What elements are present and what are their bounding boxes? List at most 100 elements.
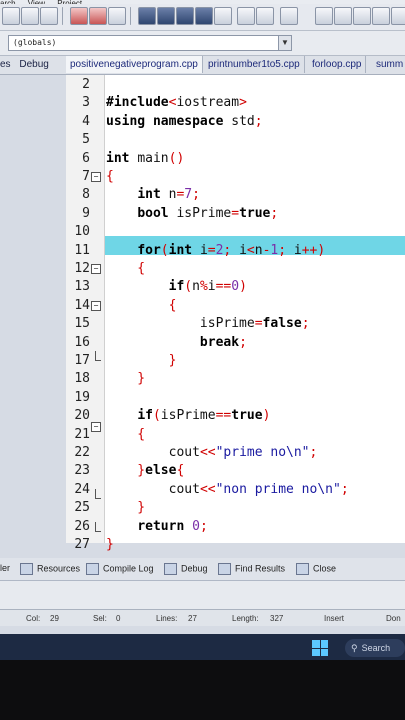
status-col-value: 29 [50,614,59,623]
code-line[interactable]: int n=7; [106,187,200,202]
line-number: 23 [74,463,90,479]
compile-icon[interactable] [237,7,255,25]
code-line[interactable]: { [106,261,145,276]
bar-chart-icon [86,563,99,575]
check-icon [164,563,177,575]
line-number: 9 [82,205,90,221]
resources-icon [20,563,33,575]
status-extra: Don [386,614,401,623]
find-icon[interactable] [108,7,126,25]
code-line[interactable]: { [106,427,145,442]
fold-toggle-icon[interactable]: − [91,264,101,274]
fold-toggle-icon[interactable]: − [91,422,101,432]
bottom-panel [0,580,405,609]
line-number: 8 [82,187,90,203]
line-number: 19 [74,389,90,405]
status-sel-label: Sel: [93,614,107,623]
goto-line-icon[interactable] [214,7,232,25]
code-line[interactable]: using namespace std; [106,114,263,129]
tab-debug[interactable]: Debug [19,59,48,70]
undo-icon[interactable] [70,7,88,25]
tab-find-results[interactable]: Find Results [218,563,285,575]
line-number: 24 [74,481,90,497]
tab-classes[interactable]: es [0,59,11,70]
line-number: 20 [74,408,90,424]
status-lines-value: 27 [188,614,197,623]
indent-icon[interactable] [138,7,156,25]
code-line[interactable]: cout<<"prime no\n"; [106,445,318,460]
fold-toggle-icon[interactable]: − [91,301,101,311]
line-number: 4 [82,113,90,129]
profile-icon[interactable] [372,7,390,25]
close-panel-label: Close [313,563,337,574]
ide-window: arch View Project (globals) ▼ es Debug [0,0,405,660]
taskbar: ⚲ Search [0,634,405,660]
code-line[interactable]: } [106,500,145,515]
close-panel-button[interactable]: Close [296,563,336,575]
code-line[interactable]: isPrime=false; [106,316,310,331]
tab-compiler[interactable]: ler [0,563,10,573]
fold-toggle-icon[interactable]: − [91,172,101,182]
tab-find-results-label: Find Results [235,563,286,574]
status-lines-label: Lines: [156,614,178,623]
line-number: 5 [82,132,90,148]
tab-printnumber1to5[interactable]: printnumber1to5.cpp [204,56,305,73]
line-number: 25 [74,500,90,516]
status-insert-mode: Insert [324,614,345,623]
save-icon[interactable] [40,7,58,25]
taskbar-search[interactable]: ⚲ Search [345,639,405,657]
scope-select[interactable]: (globals) [8,35,282,51]
line-number: 10 [74,224,90,240]
line-number: 13 [74,279,90,295]
code-line[interactable]: bool isPrime=true; [106,206,278,221]
code-line[interactable]: } [106,371,145,386]
close-project-icon[interactable] [391,7,405,25]
rebuild-icon[interactable] [334,7,352,25]
chevron-down-icon[interactable]: ▼ [278,35,292,51]
code-line[interactable]: { [106,169,114,184]
code-line[interactable]: return 0; [106,519,207,534]
compile-run-icon[interactable] [315,7,333,25]
line-number: 27 [74,537,90,552]
status-sel-value: 0 [116,614,121,623]
tab-summ[interactable]: summ [372,56,405,73]
taskbar-search-label: Search [361,643,391,653]
open-file-icon[interactable] [21,7,39,25]
code-line[interactable]: { [106,298,177,313]
tab-compile-log[interactable]: Compile Log [86,563,154,575]
code-line[interactable]: } [106,537,114,552]
code-line[interactable]: if(n%i==0) [106,279,247,294]
toolbar [0,4,405,31]
line-number: 18 [74,371,90,387]
tab-resources[interactable]: Resources [20,563,80,575]
tab-positivenegativeprogram[interactable]: positivenegativeprogram.cpp [66,56,203,73]
unindent-icon[interactable] [157,7,175,25]
toolbar-divider [62,7,63,25]
debug-icon[interactable] [353,7,371,25]
status-length-value: 327 [270,614,284,623]
toggle-comment-icon[interactable] [176,7,194,25]
code-line[interactable]: if(isPrime==true) [106,408,270,423]
redo-icon[interactable] [89,7,107,25]
code-editor[interactable]: 2 3 #include<iostream> 4 using namespace std… [66,75,405,552]
code-line[interactable]: } [106,353,177,368]
code-line[interactable]: break; [106,335,247,350]
new-file-icon[interactable] [2,7,20,25]
code-line[interactable]: }else{ [106,463,184,478]
code-line-current[interactable]: for(int i=2; i<n-1; i++) [106,243,325,258]
dropdown-icon[interactable] [280,7,298,25]
code-line[interactable]: cout<<"non prime no\n"; [106,482,349,497]
code-line[interactable]: int main() [106,151,184,166]
line-number: 16 [74,334,90,350]
line-number: 14 [74,297,90,313]
windows-start-icon[interactable] [312,640,328,656]
run-icon[interactable] [256,7,274,25]
fold-end-marker [95,489,101,499]
line-number: 12 [74,261,90,276]
bookmark-icon[interactable] [195,7,213,25]
tab-debug-panel[interactable]: Debug [164,563,208,575]
scope-bar: (globals) ▼ [0,31,405,56]
code-line[interactable]: #include<iostream> [106,95,247,110]
tab-forloop[interactable]: forloop.cpp [308,56,367,73]
find-icon [218,563,231,575]
